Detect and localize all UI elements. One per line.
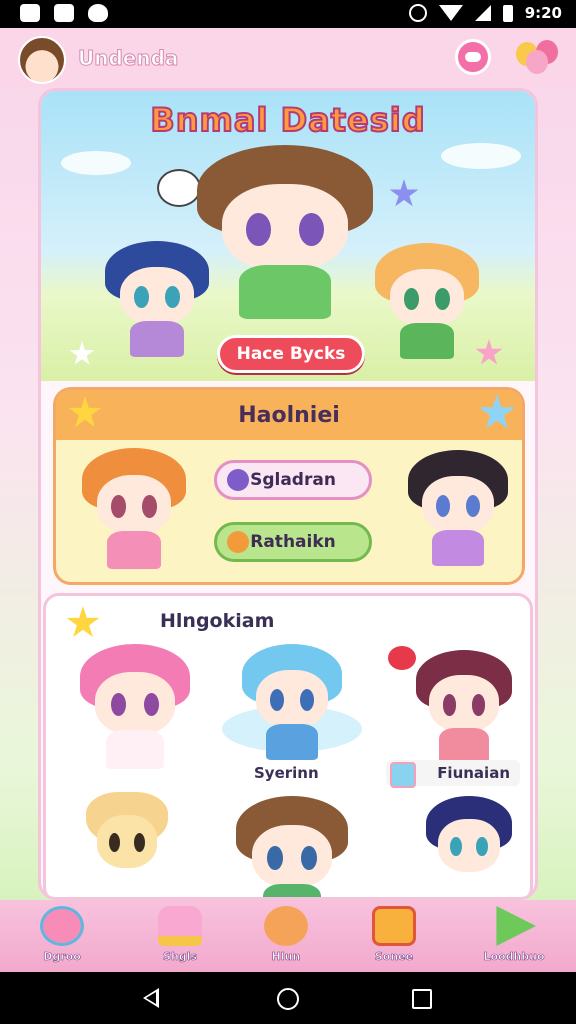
clock: 9:20	[524, 4, 562, 22]
speech-bubble-icon	[157, 169, 201, 207]
character-pink-hair[interactable]	[80, 644, 190, 770]
characters-title: Hlngokiam	[160, 610, 275, 632]
nav-item-shgls[interactable]: Shgls	[140, 902, 220, 970]
main-card: Bnmal Datesid Hace Bycks Haolniei Sgladr…	[38, 88, 538, 900]
heart-notification-icon	[88, 4, 108, 22]
back-icon[interactable]	[143, 988, 159, 1008]
nav-item-hlun[interactable]: Hlun	[246, 902, 326, 970]
star-icon	[66, 606, 100, 637]
app-notification-icon	[54, 4, 74, 22]
heart-icon	[388, 646, 416, 670]
nav-item-loodhbuo[interactable]: Loodhbuo	[474, 902, 554, 970]
wifi-icon	[438, 5, 463, 21]
character-navy-hair[interactable]	[426, 796, 512, 886]
nav-label: Hlun	[271, 950, 301, 964]
character-icon	[264, 906, 308, 946]
nav-label: Shgls	[163, 950, 198, 964]
potion-icon	[40, 906, 84, 946]
nav-label: Sonee	[374, 950, 414, 964]
hero-button[interactable]: Hace Bycks	[217, 335, 365, 373]
nav-item-sonee[interactable]: Sonee	[354, 902, 434, 970]
system-navigation-bar	[0, 972, 576, 1024]
battery-icon	[502, 4, 513, 22]
character-orange-cat[interactable]	[82, 448, 186, 569]
play-icon	[496, 906, 536, 946]
hero-banner: Bnmal Datesid Hace Bycks	[41, 91, 535, 381]
orb-icon	[227, 469, 249, 491]
app-header: Undenda	[0, 28, 576, 88]
app-title: Undenda	[77, 46, 179, 71]
option-button-1[interactable]: Sgladran	[214, 460, 372, 500]
nav-item-dgroo[interactable]: Dgroo	[22, 902, 102, 970]
character-blue-hair[interactable]	[105, 241, 209, 357]
bottom-nav: Dgroo Shgls Hlun Sonee Loodhbuo	[0, 900, 576, 972]
cloud-decoration	[441, 143, 521, 169]
balloons-icon[interactable]	[516, 40, 562, 76]
alarm-icon	[408, 4, 427, 22]
picks-section: Haolniei Sgladran Rathaikn	[53, 387, 525, 585]
recents-icon[interactable]	[412, 989, 432, 1009]
picks-title: Haolniei	[238, 402, 340, 428]
creature-bunny[interactable]	[86, 792, 168, 882]
character-dark-hair[interactable]	[408, 450, 508, 566]
option-label-1: Sgladran	[250, 470, 336, 490]
character-tag[interactable]: Fiunaian	[386, 760, 520, 788]
leaf-icon	[227, 531, 249, 553]
nav-label: Dgroo	[43, 950, 81, 964]
box-icon	[372, 906, 416, 946]
tv-icon	[390, 762, 416, 788]
home-icon[interactable]	[277, 988, 299, 1010]
character-cyan-hair[interactable]	[242, 644, 342, 760]
gallery-notification-icon	[20, 4, 40, 22]
nav-label: Loodhbuo	[483, 950, 545, 964]
cake-icon	[158, 906, 202, 946]
star-icon	[475, 339, 503, 365]
main-character[interactable]	[197, 145, 373, 319]
character-brown-hair[interactable]	[236, 796, 348, 897]
avatar[interactable]	[18, 36, 66, 84]
characters-section: Hlngokiam Syerinn Fiunaian	[43, 593, 533, 897]
hero-title: Bnmal Datesid	[149, 100, 426, 140]
option-button-2[interactable]: Rathaikn	[214, 522, 372, 562]
chat-button[interactable]	[455, 39, 491, 75]
character-label-1: Syerinn	[254, 764, 319, 782]
character-blonde[interactable]	[375, 243, 479, 359]
cloud-decoration	[61, 151, 131, 175]
star-icon	[389, 179, 419, 207]
character-label-2: Fiunaian	[437, 764, 510, 782]
status-bar: 9:20	[0, 0, 576, 28]
character-maroon-hair[interactable]	[416, 650, 512, 764]
chat-bubble-icon	[465, 52, 481, 62]
signal-icon	[474, 5, 491, 21]
star-icon	[69, 341, 95, 365]
picks-header: Haolniei	[56, 390, 522, 440]
option-label-2: Rathaikn	[250, 532, 336, 552]
